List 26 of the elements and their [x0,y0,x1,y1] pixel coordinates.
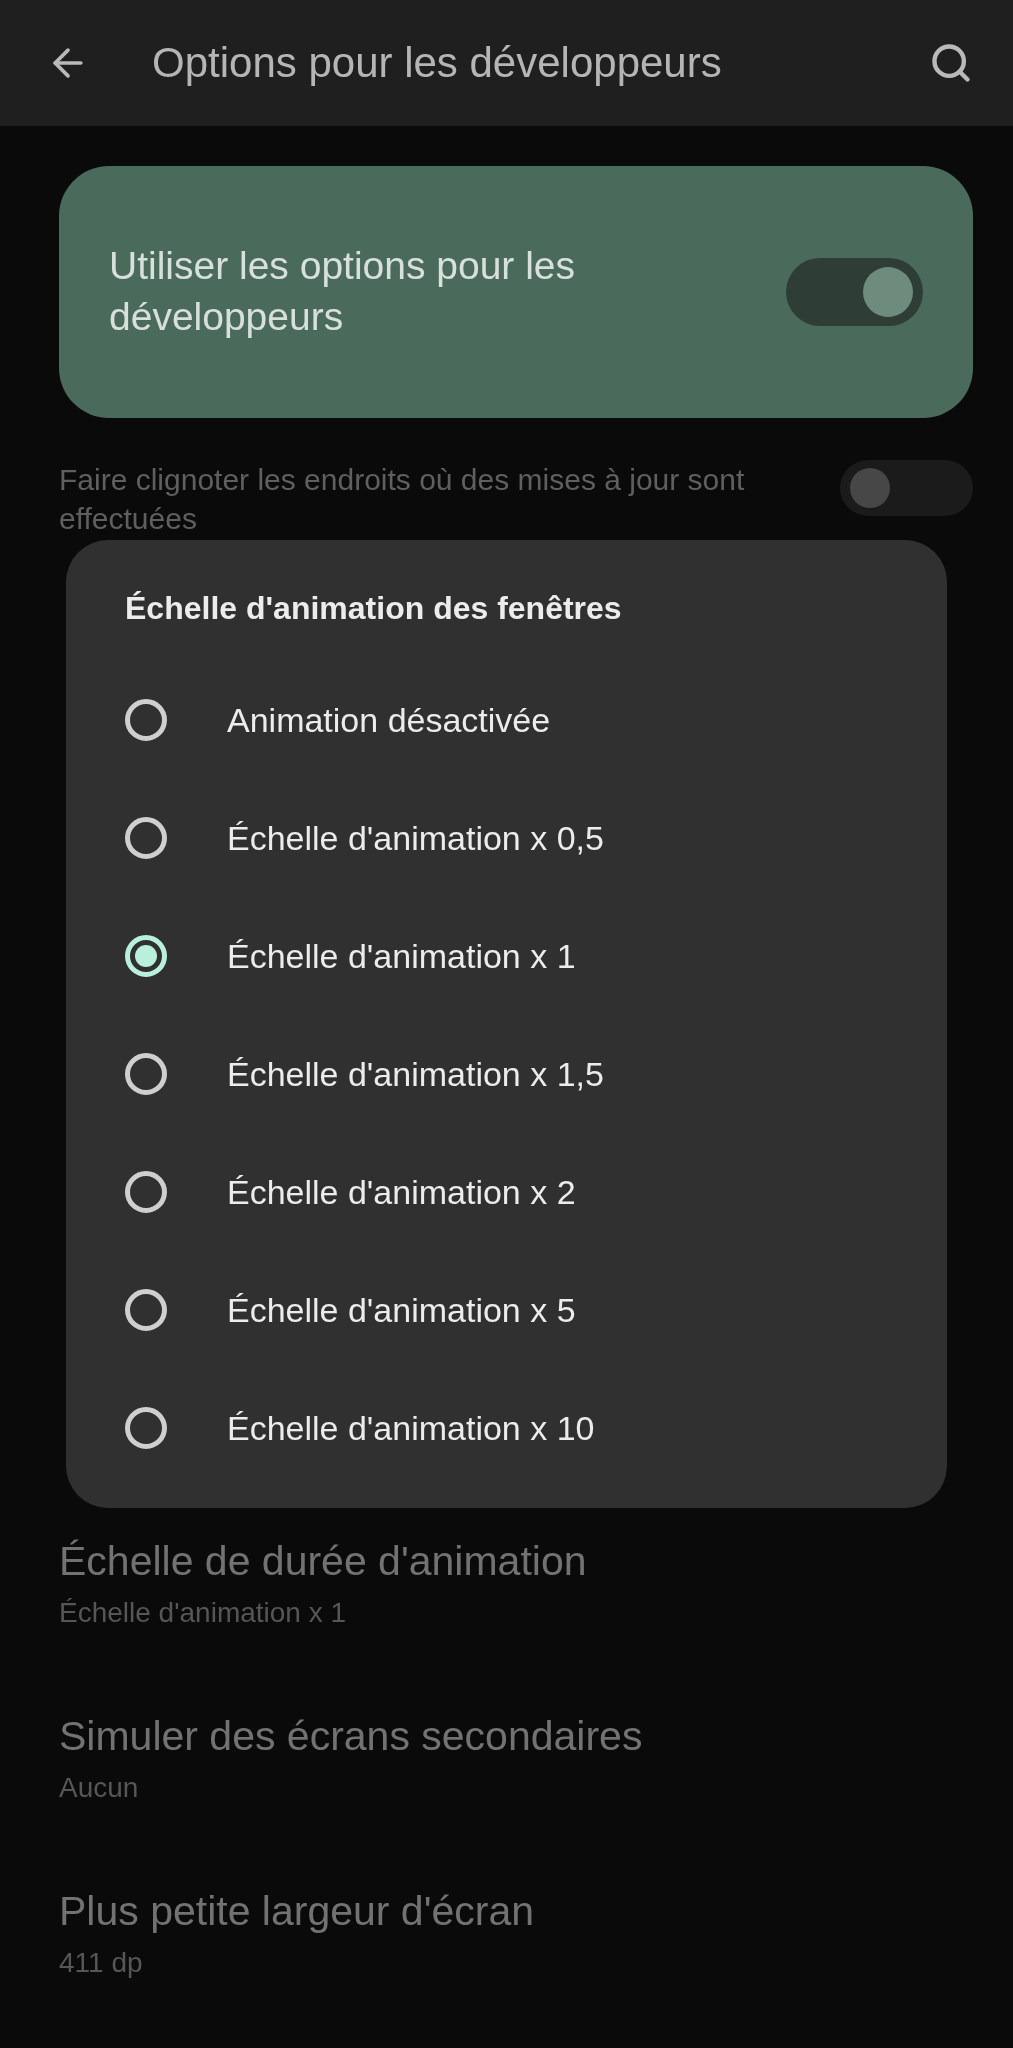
option-label[interactable]: Animation désactivée [227,700,551,740]
setting-summary: Faire clignoter les endroits où des mises à jour sont effectuées [59,462,746,537]
setting-title[interactable]: Échelle de durée d'animation [59,1538,973,1585]
radio-button[interactable] [125,699,167,741]
radio-button[interactable] [125,1053,167,1095]
setting-summary: 411 dp [59,1947,144,1979]
dialog-title: Échelle d'animation des fenêtres [125,590,623,627]
toggle-switch[interactable] [840,460,973,516]
page-title: Options pour les développeurs [152,39,723,87]
option-label[interactable]: Échelle d'animation x 0,5 [227,818,604,858]
master-switch-label: Utiliser les options pour les développeurs [109,243,577,340]
option-label[interactable]: Échelle d'animation x 1 [227,936,576,976]
setting-title[interactable]: Simuler des écrans secondaires [59,1713,973,1760]
option-label[interactable]: Échelle d'animation x 1,5 [227,1054,604,1094]
radio-button[interactable] [125,1407,167,1449]
search-icon[interactable] [929,41,973,85]
radio-button[interactable] [125,935,167,977]
option-label[interactable]: Échelle d'animation x 10 [227,1408,595,1448]
option-label[interactable]: Échelle d'animation x 5 [227,1290,576,1330]
option-label[interactable]: Échelle d'animation x 2 [227,1172,576,1212]
setting-summary: Aucun [59,1772,140,1804]
radio-button[interactable] [125,817,167,859]
setting-summary: Échelle d'animation x 1 [59,1597,348,1629]
radio-button[interactable] [125,1289,167,1331]
setting-title[interactable]: Plus petite largeur d'écran [59,1888,973,1935]
radio-button[interactable] [125,1171,167,1213]
